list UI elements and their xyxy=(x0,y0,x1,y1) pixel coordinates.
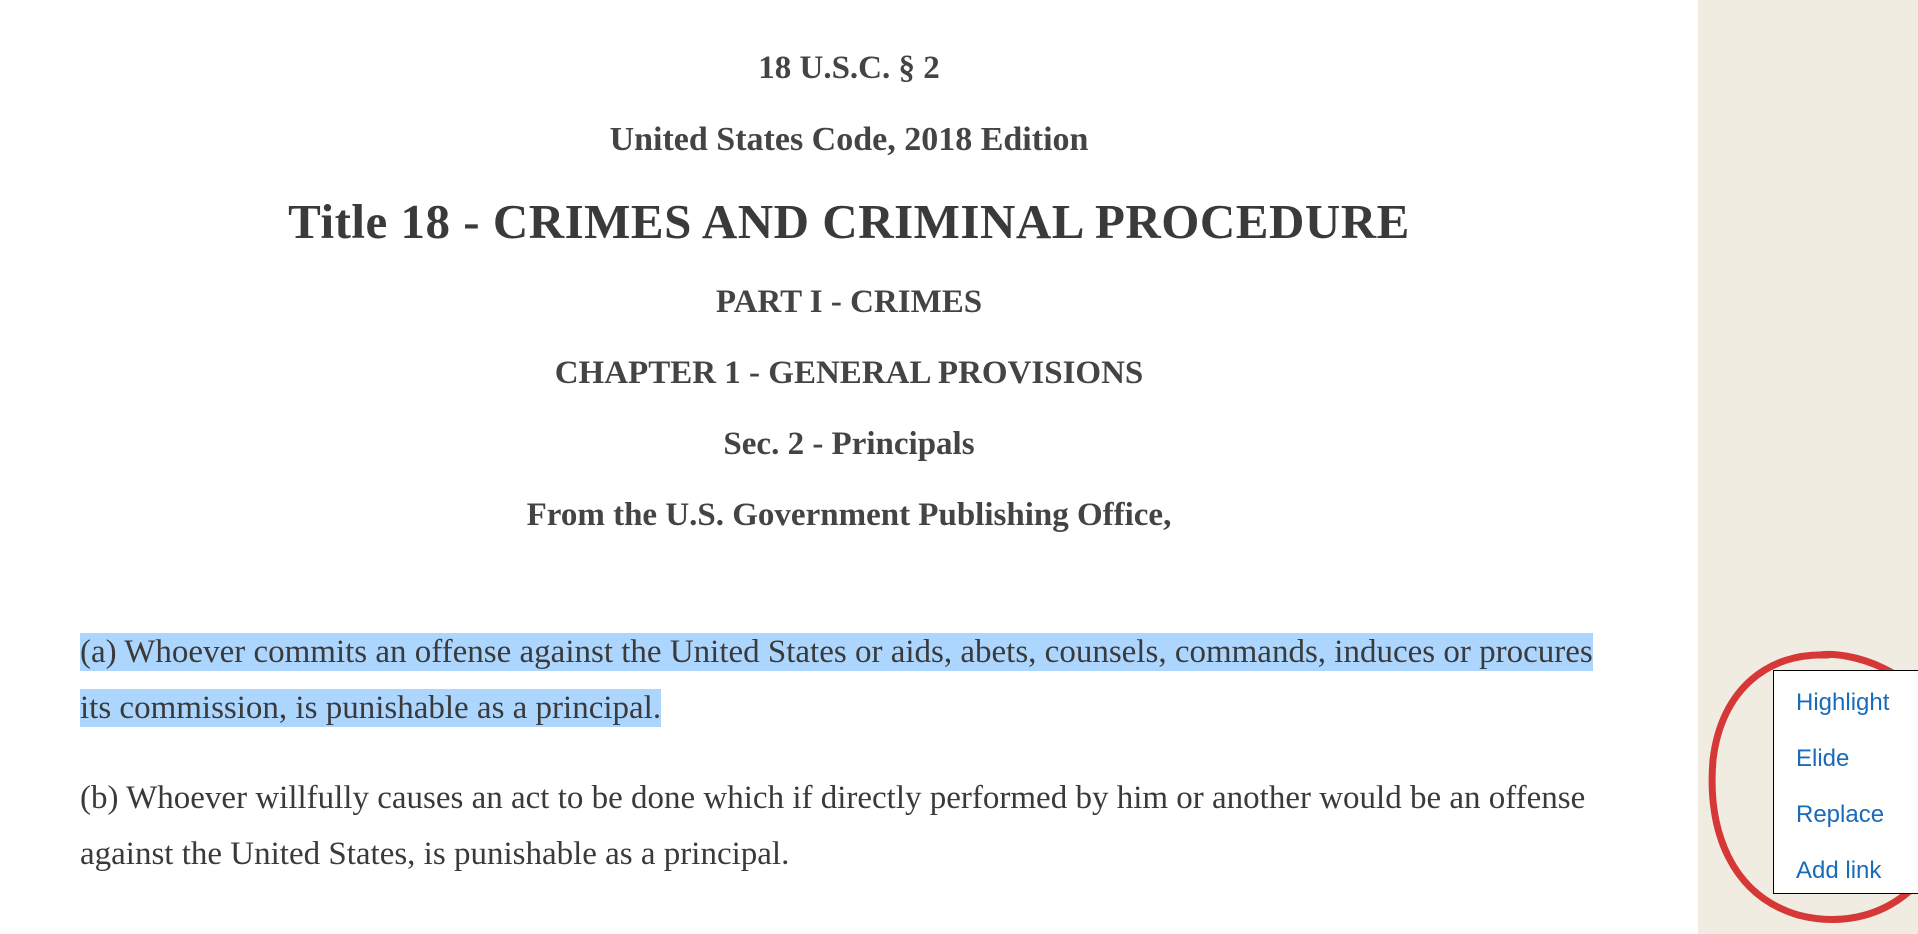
paragraph-a[interactable]: (a) Whoever commits an offense against t… xyxy=(80,624,1618,736)
title-text: Title 18 - CRIMES AND CRIMINAL PROCEDURE xyxy=(80,193,1618,250)
edition-text: United States Code, 2018 Edition xyxy=(80,121,1618,159)
sidebar-margin: Highlight Elide Replace Add link xyxy=(1698,0,1918,934)
add-link-menu-item[interactable]: Add link xyxy=(1796,857,1910,885)
selected-text[interactable]: (a) Whoever commits an offense against t… xyxy=(80,633,1593,727)
document-header: 18 U.S.C. § 2 United States Code, 2018 E… xyxy=(80,50,1618,534)
selection-context-menu: Highlight Elide Replace Add link xyxy=(1773,670,1918,894)
paragraph-b[interactable]: (b) Whoever willfully causes an act to b… xyxy=(80,770,1618,882)
document-body: (a) Whoever commits an offense against t… xyxy=(80,624,1618,882)
document-area: 18 U.S.C. § 2 United States Code, 2018 E… xyxy=(0,0,1698,934)
page-container: 18 U.S.C. § 2 United States Code, 2018 E… xyxy=(0,0,1918,934)
section-text: Sec. 2 - Principals xyxy=(80,426,1618,463)
source-text: From the U.S. Government Publishing Offi… xyxy=(80,497,1618,534)
chapter-text: CHAPTER 1 - GENERAL PROVISIONS xyxy=(80,355,1618,392)
citation-text: 18 U.S.C. § 2 xyxy=(80,50,1618,87)
elide-menu-item[interactable]: Elide xyxy=(1796,745,1910,773)
part-text: PART I - CRIMES xyxy=(80,284,1618,321)
replace-menu-item[interactable]: Replace xyxy=(1796,801,1910,829)
highlight-menu-item[interactable]: Highlight xyxy=(1796,689,1910,717)
